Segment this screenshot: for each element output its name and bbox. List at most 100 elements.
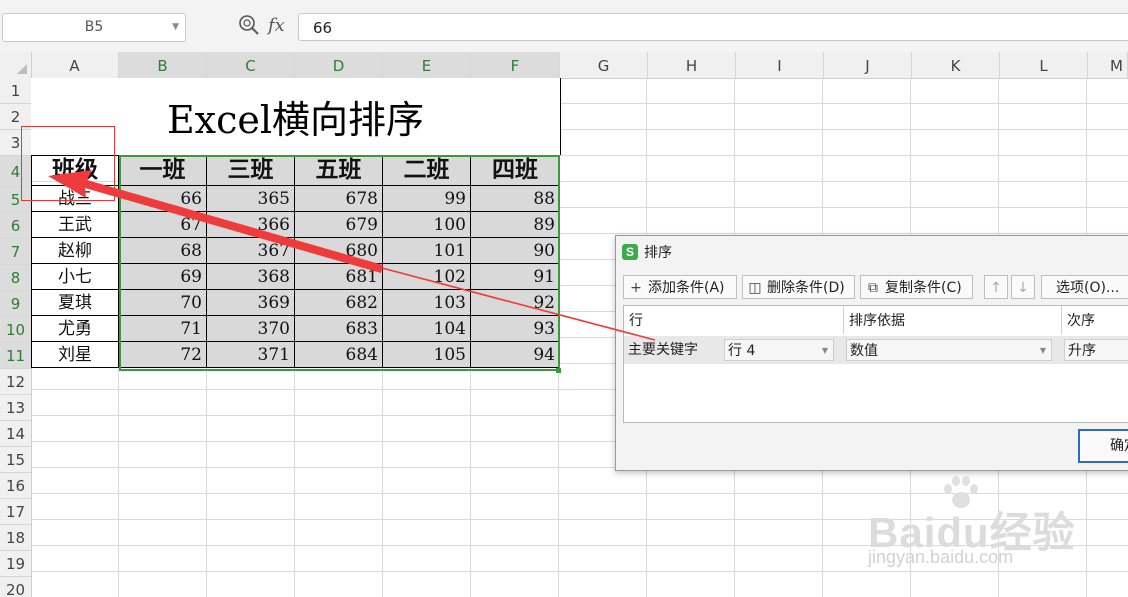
name-cell[interactable]: 王武 [31, 212, 119, 238]
value-cell[interactable]: 101 [383, 238, 471, 264]
value-cell[interactable]: 371 [207, 342, 295, 368]
value-cell[interactable]: 680 [295, 238, 383, 264]
row-header-9[interactable]: 9 [0, 291, 31, 317]
column-header-c[interactable]: C [207, 52, 295, 78]
value-cell[interactable]: 99 [383, 186, 471, 212]
value-cell[interactable]: 365 [207, 186, 295, 212]
name-cell[interactable]: 赵柳 [31, 238, 119, 264]
row-header-8[interactable]: 8 [0, 265, 31, 291]
value-cell[interactable]: 683 [295, 316, 383, 342]
value-cell[interactable]: 368 [207, 264, 295, 290]
value-cell[interactable]: 104 [383, 316, 471, 342]
header-cell[interactable]: 一班 [119, 155, 207, 186]
value-cell[interactable]: 94 [471, 342, 560, 368]
column-header-j[interactable]: J [824, 52, 912, 78]
column-header-b[interactable]: B [119, 52, 207, 78]
row-header-17[interactable]: 17 [0, 499, 31, 525]
value-cell[interactable]: 100 [383, 212, 471, 238]
value-cell[interactable]: 89 [471, 212, 560, 238]
name-cell[interactable]: 小七 [31, 264, 119, 290]
row-header-19[interactable]: 19 [0, 551, 31, 577]
header-cell[interactable]: 四班 [471, 155, 560, 186]
header-cell[interactable]: 二班 [383, 155, 471, 186]
header-cell[interactable]: 三班 [207, 155, 295, 186]
value-cell[interactable]: 90 [471, 238, 560, 264]
row-header-18[interactable]: 18 [0, 525, 31, 551]
chevron-down-icon[interactable]: ▼ [172, 14, 179, 41]
move-down-button[interactable]: ↓ [1011, 275, 1035, 299]
value-cell[interactable]: 93 [471, 316, 560, 342]
value-cell[interactable]: 103 [383, 290, 471, 316]
row-header-15[interactable]: 15 [0, 447, 31, 473]
row-header-14[interactable]: 14 [0, 421, 31, 447]
column-header-g[interactable]: G [560, 52, 648, 78]
fill-handle[interactable] [556, 368, 561, 373]
value-cell[interactable]: 69 [119, 264, 207, 290]
zoom-search-icon[interactable] [238, 14, 260, 36]
annotation-box-class-cell [21, 126, 115, 201]
plus-icon: + [630, 280, 642, 296]
value-cell[interactable]: 367 [207, 238, 295, 264]
column-header-k[interactable]: K [912, 52, 1000, 78]
row-header-6[interactable]: 6 [0, 213, 31, 239]
name-cell[interactable]: 刘星 [31, 342, 119, 368]
value-cell[interactable]: 682 [295, 290, 383, 316]
row-header-20[interactable]: 20 [0, 577, 31, 597]
value-cell[interactable]: 679 [295, 212, 383, 238]
primary-key-label: 主要关键字 [628, 342, 698, 358]
chevron-down-icon: ▼ [1039, 346, 1046, 355]
select-all-corner[interactable] [0, 52, 32, 78]
value-cell[interactable]: 105 [383, 342, 471, 368]
options-button[interactable]: 选项(O)... [1041, 275, 1128, 299]
value-cell[interactable]: 67 [119, 212, 207, 238]
copy-condition-button[interactable]: ⧉ 复制条件(C) [860, 275, 973, 299]
row-header-13[interactable]: 13 [0, 395, 31, 421]
name-box[interactable]: B5 ▼ [2, 13, 186, 42]
value-cell[interactable]: 92 [471, 290, 560, 316]
row-header-10[interactable]: 10 [0, 317, 31, 343]
delete-condition-button[interactable]: ◫ 删除条件(D) [742, 275, 855, 299]
column-header-h[interactable]: H [648, 52, 736, 78]
column-header-d[interactable]: D [295, 52, 383, 78]
value-cell[interactable]: 70 [119, 290, 207, 316]
value-cell[interactable]: 72 [119, 342, 207, 368]
header-cell[interactable]: 五班 [295, 155, 383, 186]
column-header-i[interactable]: I [736, 52, 824, 78]
value-cell[interactable]: 71 [119, 316, 207, 342]
row-header-11[interactable]: 11 [0, 343, 31, 369]
formula-input[interactable]: 66 [298, 13, 1128, 41]
value-cell[interactable]: 66 [119, 186, 207, 212]
row-header-12[interactable]: 12 [0, 369, 31, 395]
value-cell[interactable]: 91 [471, 264, 560, 290]
key-select[interactable]: 行 4 ▼ [724, 339, 834, 361]
column-header-f[interactable]: F [471, 52, 560, 78]
value-cell[interactable]: 68 [119, 238, 207, 264]
row-header-16[interactable]: 16 [0, 473, 31, 499]
order-select[interactable]: 升序 [1064, 339, 1128, 361]
column-header-a[interactable]: A [31, 52, 119, 78]
value-cell[interactable]: 684 [295, 342, 383, 368]
row-header-7[interactable]: 7 [0, 239, 31, 265]
column-header-l[interactable]: L [1000, 52, 1088, 78]
value-cell[interactable]: 102 [383, 264, 471, 290]
row-header-1[interactable]: 1 [0, 78, 31, 104]
name-cell[interactable]: 夏琪 [31, 290, 119, 316]
add-condition-button[interactable]: + 添加条件(A) [623, 275, 737, 299]
formula-tools: fx [236, 12, 296, 42]
move-up-button[interactable]: ↑ [984, 275, 1008, 299]
column-header-e[interactable]: E [383, 52, 471, 78]
function-icon[interactable]: fx [268, 12, 285, 40]
primary-key-row[interactable]: 主要关键字 行 4 ▼ 数值 ▼ 升序 [624, 336, 1128, 364]
value-cell[interactable]: 681 [295, 264, 383, 290]
value-cell[interactable]: 370 [207, 316, 295, 342]
value-cell[interactable]: 678 [295, 186, 383, 212]
sort-dialog: S 排序 + 添加条件(A) ◫ 删除条件(D) ⧉ 复制条件(C) ↑ ↓ 选项(O… [615, 235, 1128, 471]
name-cell[interactable]: 尤勇 [31, 316, 119, 342]
value-cell[interactable]: 366 [207, 212, 295, 238]
ok-button[interactable]: 确定 [1078, 429, 1128, 463]
column-header-m[interactable]: M [1088, 52, 1128, 78]
value-cell[interactable]: 369 [207, 290, 295, 316]
sort-by-select[interactable]: 数值 ▼ [846, 339, 1052, 361]
dialog-titlebar[interactable]: S 排序 [616, 236, 1128, 268]
value-cell[interactable]: 88 [471, 186, 560, 212]
